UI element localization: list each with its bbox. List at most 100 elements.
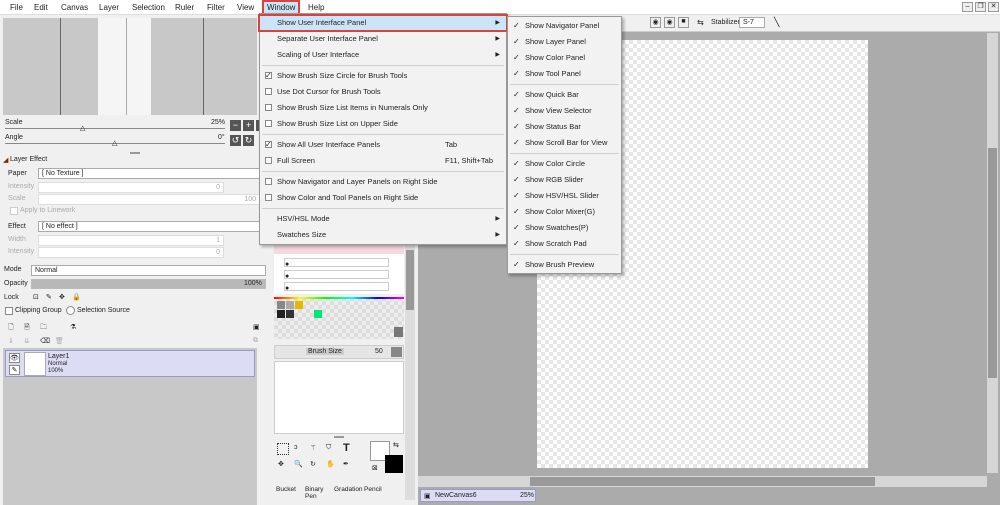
- foreground-color-swatch[interactable]: [385, 455, 403, 473]
- menu-file[interactable]: File: [8, 2, 25, 13]
- color-slider-1[interactable]: ●: [284, 258, 389, 268]
- hand-icon[interactable]: ✋: [326, 460, 335, 468]
- transfer-down-icon[interactable]: ⇓: [8, 337, 14, 345]
- clear-layer-icon[interactable]: ⌫: [40, 337, 50, 345]
- layer-settings-icon[interactable]: ▣: [253, 323, 260, 331]
- texture-scale-field[interactable]: 100: [38, 194, 260, 205]
- layer-row[interactable]: 👁 ✎ Layer1 Normal 100%: [5, 350, 255, 377]
- menu-item-brush-numerals[interactable]: Show Brush Size List Items in Numerals O…: [260, 101, 506, 115]
- magic-wand-icon[interactable]: ⚚: [310, 444, 316, 452]
- menu-edit[interactable]: Edit: [32, 2, 50, 13]
- zoom-out-button[interactable]: −: [230, 120, 241, 131]
- swatch[interactable]: [286, 301, 294, 309]
- swatch[interactable]: [277, 310, 285, 318]
- blend-mode-select[interactable]: Normal: [31, 265, 266, 276]
- submenu-item-swatches[interactable]: ✓ Show Swatches(P): [508, 221, 621, 235]
- submenu-item-color[interactable]: ✓ Show Color Panel: [508, 51, 621, 65]
- submenu-item-rgb-slider[interactable]: ✓ Show RGB Slider: [508, 173, 621, 187]
- menu-item-show-all-panels[interactable]: ✓ Show All User Interface Panels Tab: [260, 138, 506, 152]
- submenu-item-brush-preview[interactable]: ✓ Show Brush Preview: [508, 258, 621, 272]
- new-layer-icon[interactable]: 🗋: [8, 323, 14, 334]
- intensity2-field[interactable]: 0: [38, 247, 224, 258]
- effect-select[interactable]: [ No effect ]: [38, 221, 260, 232]
- delete-layer-icon[interactable]: 🗑: [55, 337, 64, 345]
- canvas-tab[interactable]: ▣ NewCanvas6 25%: [420, 489, 536, 502]
- anti-aliasing-icon[interactable]: ■: [678, 17, 689, 28]
- angle-slider-thumb-icon[interactable]: △: [112, 139, 117, 147]
- tool-bucket[interactable]: Bucket: [276, 486, 296, 493]
- rotate-right-button[interactable]: ↻: [243, 135, 254, 146]
- opacity-slider[interactable]: [31, 279, 266, 289]
- scale-slider-thumb-icon[interactable]: △: [80, 124, 85, 132]
- submenu-item-color-mixer[interactable]: ✓ Show Color Mixer(G): [508, 205, 621, 219]
- menu-layer[interactable]: Layer: [97, 2, 121, 13]
- layer-effect-collapse-icon[interactable]: ◢: [3, 156, 8, 164]
- close-icon[interactable]: ✕: [988, 2, 999, 12]
- minimize-icon[interactable]: –: [962, 2, 973, 12]
- color-slider-3[interactable]: ●: [284, 282, 389, 292]
- scale-slider[interactable]: [5, 128, 225, 129]
- menu-canvas[interactable]: Canvas: [59, 2, 90, 13]
- swatch[interactable]: [286, 310, 294, 318]
- color-slider-2[interactable]: ●: [284, 270, 389, 280]
- rotate-cw-icon[interactable]: ◉: [664, 17, 675, 28]
- intensity-field[interactable]: 0: [38, 182, 224, 193]
- zoom-in-button[interactable]: +: [243, 120, 254, 131]
- width-field[interactable]: 1: [38, 235, 224, 246]
- select-rect-icon[interactable]: [277, 443, 289, 455]
- swatch[interactable]: [314, 310, 322, 318]
- submenu-item-navigator[interactable]: ✓ Show Navigator Panel: [508, 19, 621, 33]
- brush-size-value[interactable]: 50: [375, 348, 383, 355]
- stabilizer-select[interactable]: S-7: [739, 17, 765, 28]
- text-tool-icon[interactable]: T: [343, 442, 350, 454]
- swatches-panel[interactable]: [274, 297, 404, 339]
- bucket-select-icon[interactable]: ⛉: [326, 444, 331, 452]
- swatch[interactable]: [277, 301, 285, 309]
- tool-binary-pen[interactable]: Binary Pen: [305, 486, 327, 500]
- menu-item-separate-ui-panel[interactable]: Separate User Interface Panel ▶: [260, 32, 506, 46]
- lock-move-icon[interactable]: ✥: [59, 293, 65, 301]
- panel-splitter[interactable]: [130, 152, 140, 154]
- vertical-scrollbar[interactable]: [987, 33, 998, 473]
- menu-item-brush-list-upper[interactable]: Show Brush Size List on Upper Side: [260, 117, 506, 131]
- new-vector-layer-icon[interactable]: 🗎: [24, 323, 30, 334]
- menu-selection[interactable]: Selection: [130, 2, 167, 13]
- zoom-icon[interactable]: 🔍: [294, 460, 303, 468]
- horizontal-scrollbar[interactable]: [418, 476, 987, 487]
- transparent-color-icon[interactable]: ⊠: [372, 464, 378, 472]
- submenu-item-status-bar[interactable]: ✓ Show Status Bar: [508, 120, 621, 134]
- paper-select[interactable]: [ No Texture ]: [38, 168, 260, 179]
- submenu-item-view-selector[interactable]: ✓ Show View Selector: [508, 104, 621, 118]
- rotate-icon[interactable]: ↻: [310, 460, 316, 468]
- menu-item-scaling-ui[interactable]: Scaling of User Interface ▶: [260, 48, 506, 62]
- menu-window[interactable]: Window: [261, 0, 301, 15]
- navigator-preview[interactable]: [3, 18, 257, 115]
- layer-tools-icon[interactable]: ⚗: [70, 323, 76, 331]
- menu-ruler[interactable]: Ruler: [173, 2, 196, 13]
- submenu-item-scratch-pad[interactable]: ✓ Show Scratch Pad: [508, 237, 621, 251]
- tool-pencil[interactable]: Pencil: [364, 486, 382, 493]
- menu-help[interactable]: Help: [306, 2, 326, 13]
- submenu-item-layer[interactable]: ✓ Show Layer Panel: [508, 35, 621, 49]
- apply-linework-checkbox[interactable]: [10, 207, 18, 215]
- move-icon[interactable]: ✥: [278, 460, 284, 468]
- menu-item-hsv-hsl-mode[interactable]: HSV/HSL Mode ▶: [260, 212, 506, 226]
- restore-icon[interactable]: ❐: [975, 2, 986, 12]
- submenu-item-quick-bar[interactable]: ✓ Show Quick Bar: [508, 88, 621, 102]
- rotate-left-button[interactable]: ↺: [230, 135, 241, 146]
- submenu-item-scroll-bar[interactable]: ✓ Show Scroll Bar for View: [508, 136, 621, 150]
- lock-paint-icon[interactable]: ✎: [46, 293, 52, 301]
- swap-colors-icon[interactable]: ⇆: [393, 441, 399, 449]
- submenu-item-tool[interactable]: ✓ Show Tool Panel: [508, 67, 621, 81]
- eye-icon[interactable]: 👁: [9, 353, 20, 363]
- rotate-reset-icon[interactable]: ◉: [650, 17, 661, 28]
- new-folder-icon[interactable]: 🗀: [40, 323, 47, 334]
- menu-item-full-screen[interactable]: Full Screen F11, Shift+Tab: [260, 154, 506, 168]
- color-wheel-area[interactable]: ● ● ●: [274, 242, 404, 294]
- menu-item-swatches-size[interactable]: Swatches Size ▶: [260, 228, 506, 242]
- layer-props-icon[interactable]: ⧉: [253, 337, 258, 345]
- menu-filter[interactable]: Filter: [205, 2, 227, 13]
- tool-gradation[interactable]: Gradation: [334, 486, 363, 493]
- panel-splitter-2[interactable]: [334, 436, 344, 438]
- straight-line-icon[interactable]: ╲: [774, 17, 779, 28]
